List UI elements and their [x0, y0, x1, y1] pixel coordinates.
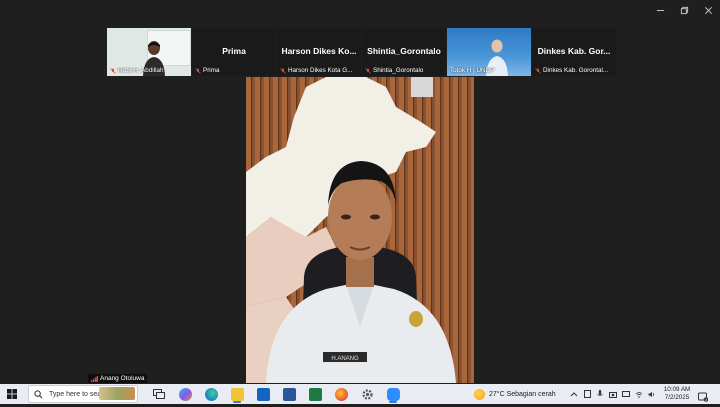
participant-name: Totok H | UNDP: [450, 67, 495, 74]
name-tag-text: H.ANANG: [331, 356, 359, 362]
outlook-button[interactable]: [252, 385, 274, 403]
display-button[interactable]: [622, 390, 630, 398]
task-view-icon: [153, 389, 165, 399]
edge-icon: [204, 387, 218, 401]
volume-button[interactable]: [648, 390, 656, 398]
clock-date: 7/2/2025: [664, 394, 690, 401]
participant-label: Dinkes Kab. Gorontal...: [535, 67, 614, 74]
chevron-up-icon: [570, 392, 578, 397]
microphone-button[interactable]: [596, 390, 604, 398]
participant-tile[interactable]: Dinkes Kab. Gor... Dinkes Kab. Gorontal.…: [532, 28, 616, 76]
participant-label: Totok H | UNDP: [450, 67, 529, 74]
participant-label: Prima: [195, 67, 274, 74]
excel-button[interactable]: [304, 385, 326, 403]
firefox-icon: [334, 387, 348, 401]
start-button[interactable]: [0, 384, 24, 404]
notification-icon: 3: [698, 392, 709, 402]
tray-overflow-button[interactable]: [570, 390, 578, 398]
outlook-icon: [256, 387, 270, 401]
pinned-apps: [148, 385, 404, 403]
notification-center-button[interactable]: 3: [698, 389, 709, 402]
mic-muted-icon: [280, 67, 286, 74]
lync-icon: [282, 387, 296, 401]
signal-icon: [91, 375, 98, 382]
copilot-icon: [178, 387, 192, 401]
close-icon: [704, 6, 712, 14]
participant-tile[interactable]: Shintia_Gorontalo Shintia_Gorontalo: [362, 28, 446, 76]
notification-count: 3: [705, 398, 707, 402]
mic-muted-icon: [195, 67, 201, 74]
participant-tile[interactable]: Harson Dikes Ko... Harson Dikes Kota G..…: [277, 28, 361, 76]
participant-label: Rizki H. Abdillah: [110, 67, 189, 74]
wifi-button[interactable]: [635, 390, 643, 398]
file-explorer-icon: [230, 387, 244, 401]
copilot-button[interactable]: [174, 385, 196, 403]
participant-tile[interactable]: Rizki H. Abdillah: [107, 28, 191, 76]
taskbar-clock[interactable]: 10:09 AM 7/2/2025: [660, 386, 694, 402]
windows-taskbar: Type here to search 27°C Sebagian cerah: [0, 384, 720, 404]
participant-name: Prima: [203, 67, 220, 74]
volume-icon: [648, 391, 655, 397]
participant-tile[interactable]: Prima Prima: [192, 28, 276, 76]
search-highlight-image: [99, 387, 135, 400]
weather-widget[interactable]: 27°C Sebagian cerah: [474, 384, 556, 404]
restore-icon: [680, 6, 688, 14]
lync-button[interactable]: [278, 385, 300, 403]
mic-muted-icon: [365, 67, 371, 74]
active-speaker-name: Anang Otoluwa: [100, 375, 145, 382]
microphone-icon: [597, 390, 603, 396]
clock-time: 10:09 AM: [663, 386, 691, 393]
mic-muted-icon: [110, 67, 116, 74]
settings-icon: [361, 388, 373, 400]
tablet-icon: [583, 390, 591, 398]
participant-name: Rizki H. Abdillah: [118, 67, 164, 74]
participant-display-name: Prima: [222, 46, 246, 56]
participant-tile[interactable]: Totok H | UNDP: [447, 28, 531, 76]
mic-muted-icon: [535, 67, 541, 74]
system-tray: [570, 384, 656, 404]
participant-display-name: Shintia_Gorontalo: [367, 46, 441, 56]
search-icon: [34, 389, 43, 398]
participant-display-name: Harson Dikes Ko...: [281, 46, 357, 56]
minimize-icon: [656, 9, 664, 11]
task-view-button[interactable]: [148, 385, 170, 403]
weather-text: 27°C Sebagian cerah: [489, 390, 556, 398]
wifi-icon: [635, 391, 643, 398]
camera-icon: [609, 391, 617, 398]
minimize-button[interactable]: [648, 0, 672, 20]
edge-button[interactable]: [200, 385, 222, 403]
file-explorer-button[interactable]: [226, 385, 248, 403]
zoom-button[interactable]: [382, 385, 404, 403]
taskbar-search[interactable]: Type here to search: [28, 385, 138, 403]
display-icon: [622, 390, 630, 397]
participant-strip: Rizki H. Abdillah Prima Prima Harson Dik…: [107, 28, 616, 76]
weather-sun-icon: [474, 388, 485, 400]
settings-button[interactable]: [356, 385, 378, 403]
participant-label: Harson Dikes Kota G...: [280, 67, 359, 74]
firefox-button[interactable]: [330, 385, 352, 403]
restore-button[interactable]: [672, 0, 696, 20]
camera-button[interactable]: [609, 390, 617, 398]
windows-logo-icon: [7, 389, 17, 399]
speaker-video-frame: H.ANANG: [246, 77, 474, 383]
tray-app-button[interactable]: [583, 390, 591, 398]
participant-name: Dinkes Kab. Gorontal...: [543, 67, 609, 74]
participant-name: Shintia_Gorontalo: [373, 67, 424, 74]
participant-display-name: Dinkes Kab. Gor...: [537, 46, 611, 56]
excel-icon: [308, 387, 322, 401]
active-speaker-video[interactable]: H.ANANG: [246, 77, 474, 383]
active-speaker-label: Anang Otoluwa: [88, 374, 148, 383]
zoom-icon: [386, 387, 400, 401]
close-button[interactable]: [696, 0, 720, 20]
participant-name: Harson Dikes Kota G...: [288, 67, 353, 74]
participant-label: Shintia_Gorontalo: [365, 67, 444, 74]
window-controls: [648, 0, 720, 20]
